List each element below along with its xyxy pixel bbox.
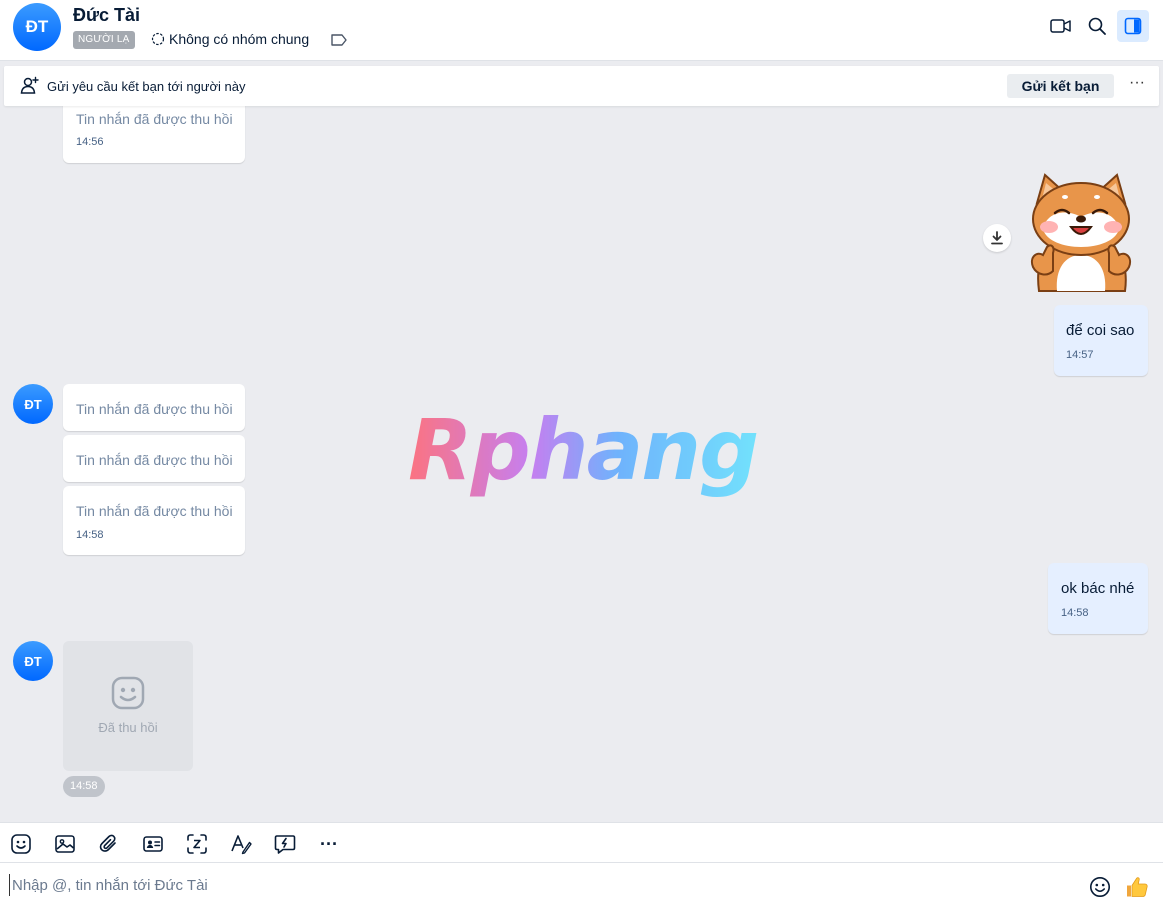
- download-button[interactable]: [983, 224, 1011, 252]
- contact-card-button[interactable]: [141, 832, 165, 856]
- message-time: 14:58: [76, 529, 104, 541]
- stranger-badge: NGƯỜI LẠ: [73, 31, 135, 49]
- common-group-info[interactable]: Không có nhóm chung: [151, 31, 309, 47]
- recalled-message-text: Tin nhắn đã được thu hồi: [76, 111, 233, 127]
- recalled-message-text: Tin nhắn đã được thu hồi: [76, 401, 233, 417]
- sticker-recalled-icon: [111, 676, 145, 710]
- message-time: 14:58: [63, 776, 105, 797]
- image-icon: [55, 835, 75, 853]
- contact-name[interactable]: Đức Tài: [73, 5, 140, 26]
- more-tools-button[interactable]: ···: [317, 832, 341, 856]
- message-time: 14:57: [1066, 349, 1094, 361]
- contact-avatar[interactable]: ĐT: [13, 3, 61, 51]
- sidebar-toggle-icon: [1124, 17, 1142, 35]
- message-composer: [0, 863, 1163, 905]
- chat-header: ĐT Đức Tài NGƯỜI LẠ Không có nhóm chung: [0, 0, 1163, 61]
- text-format-icon: [231, 835, 252, 855]
- contact-card-icon: [143, 836, 163, 852]
- recalled-message-text: Tin nhắn đã được thu hồi: [76, 452, 233, 468]
- friend-request-bar: Gửi yêu cầu kết bạn tới người này Gửi kế…: [4, 66, 1159, 106]
- sender-avatar[interactable]: ĐT: [13, 384, 53, 424]
- sent-message[interactable]: ok bác nhé 14:58: [1048, 563, 1148, 634]
- add-friend-icon: [20, 76, 39, 94]
- composer-toolbar: ···: [0, 822, 1163, 863]
- send-friend-request-button[interactable]: Gửi kết bạn: [1007, 74, 1114, 98]
- quick-message-button[interactable]: [273, 832, 297, 856]
- screenshot-icon: [187, 834, 207, 854]
- recalled-message[interactable]: Tin nhắn đã được thu hồi: [63, 384, 245, 431]
- recalled-message-text: Tin nhắn đã được thu hồi: [76, 503, 233, 519]
- sent-message-text: để coi sao: [1066, 322, 1135, 339]
- screenshot-button[interactable]: [185, 832, 209, 856]
- message-time: 14:56: [76, 136, 104, 148]
- more-options-button[interactable]: ···: [1126, 74, 1148, 96]
- sent-message-text: ok bác nhé: [1061, 580, 1135, 597]
- chat-area[interactable]: Tin nhắn đã được thu hồi 14:56 để coi sa…: [0, 61, 1163, 822]
- friend-request-text: Gửi yêu cầu kết bạn tới người này: [47, 79, 246, 94]
- message-time: 14:58: [1061, 607, 1089, 619]
- tag-icon[interactable]: [330, 33, 348, 47]
- sidebar-toggle-button[interactable]: [1117, 10, 1149, 42]
- thumbs-up-icon[interactable]: [1125, 875, 1149, 899]
- common-group-label: Không có nhóm chung: [169, 31, 310, 47]
- watermark-logo: Rphang: [408, 401, 759, 499]
- more-icon: ···: [320, 833, 338, 854]
- recalled-message[interactable]: Tin nhắn đã được thu hồi: [63, 435, 245, 482]
- download-icon: [991, 231, 1003, 245]
- sticker-button[interactable]: [9, 832, 33, 856]
- group-icon: [151, 32, 165, 46]
- recalled-sticker[interactable]: Đã thu hồi: [63, 641, 193, 771]
- search-icon: [1088, 17, 1106, 35]
- emoji-icon[interactable]: [1089, 876, 1111, 898]
- image-button[interactable]: [53, 832, 77, 856]
- sticker-icon: [11, 834, 31, 854]
- video-call-button[interactable]: [1045, 10, 1077, 42]
- sent-message[interactable]: để coi sao 14:57: [1054, 305, 1148, 376]
- attachment-button[interactable]: [97, 832, 121, 856]
- attachment-icon: [99, 834, 116, 852]
- search-button[interactable]: [1081, 10, 1113, 42]
- quick-message-icon: [274, 835, 296, 854]
- recalled-message[interactable]: Tin nhắn đã được thu hồi 14:58: [63, 486, 245, 555]
- shiba-dog-sticker[interactable]: [1025, 171, 1137, 301]
- sender-avatar[interactable]: ĐT: [13, 641, 53, 681]
- video-call-icon: [1050, 19, 1071, 33]
- message-input[interactable]: [9, 874, 1069, 896]
- recalled-sticker-label: Đã thu hồi: [98, 720, 158, 735]
- text-format-button[interactable]: [229, 832, 253, 856]
